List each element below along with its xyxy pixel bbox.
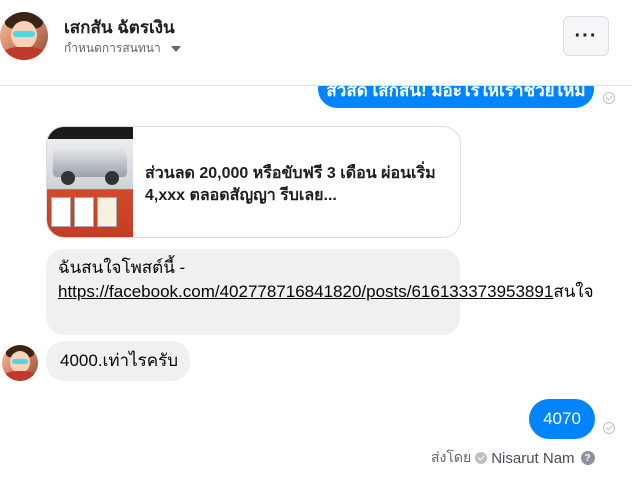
interest-prefix: ฉันสนใจโพสต์นี้ - xyxy=(58,258,186,277)
check-circle-icon xyxy=(475,452,488,464)
caret-down-icon xyxy=(170,46,181,52)
outgoing-message-reply: 4070 xyxy=(529,399,595,439)
post-card-text: ส่วนลด 20,000 หรือขับฟรี 3 เดือน ผ่อนเริ… xyxy=(145,165,436,204)
help-icon[interactable]: ? xyxy=(580,451,595,465)
sent-by-line: ส่งโดย Nisarut Nam ? xyxy=(431,447,595,469)
more-options-button[interactable]: ··· xyxy=(563,16,609,56)
shared-post-card[interactable]: ส่วนลด 20,000 หรือขับฟรี 3 เดือน ผ่อนเริ… xyxy=(46,126,461,238)
post-thumbnail xyxy=(47,127,133,237)
seen-check-icon xyxy=(603,92,615,104)
contact-avatar-small[interactable] xyxy=(2,345,38,381)
conversation-header: เสกสัน ฉัตรเงิน กำหนดการสนทนา ··· xyxy=(0,0,632,86)
conversation-settings-label: กำหนดการสนทนา xyxy=(64,41,161,55)
sender-name[interactable]: Nisarut Nam xyxy=(491,450,574,467)
sent-by-label: ส่งโดย xyxy=(431,449,472,465)
incoming-message-interest: ฉันสนใจโพสต์นี้ - https://facebook.com/4… xyxy=(46,249,594,335)
seen-check-icon xyxy=(603,422,615,434)
post-link[interactable]: https://facebook.com/402778716841820/pos… xyxy=(58,282,553,301)
contact-name[interactable]: เสกสัน ฉัตรเงิน xyxy=(64,14,175,41)
conversation-settings-dropdown[interactable]: กำหนดการสนทนา xyxy=(64,39,181,58)
interest-suffix: สนใจ xyxy=(553,282,594,301)
incoming-message-price: 4000.เท่าไรครับ xyxy=(46,341,190,381)
contact-avatar[interactable] xyxy=(0,12,48,60)
